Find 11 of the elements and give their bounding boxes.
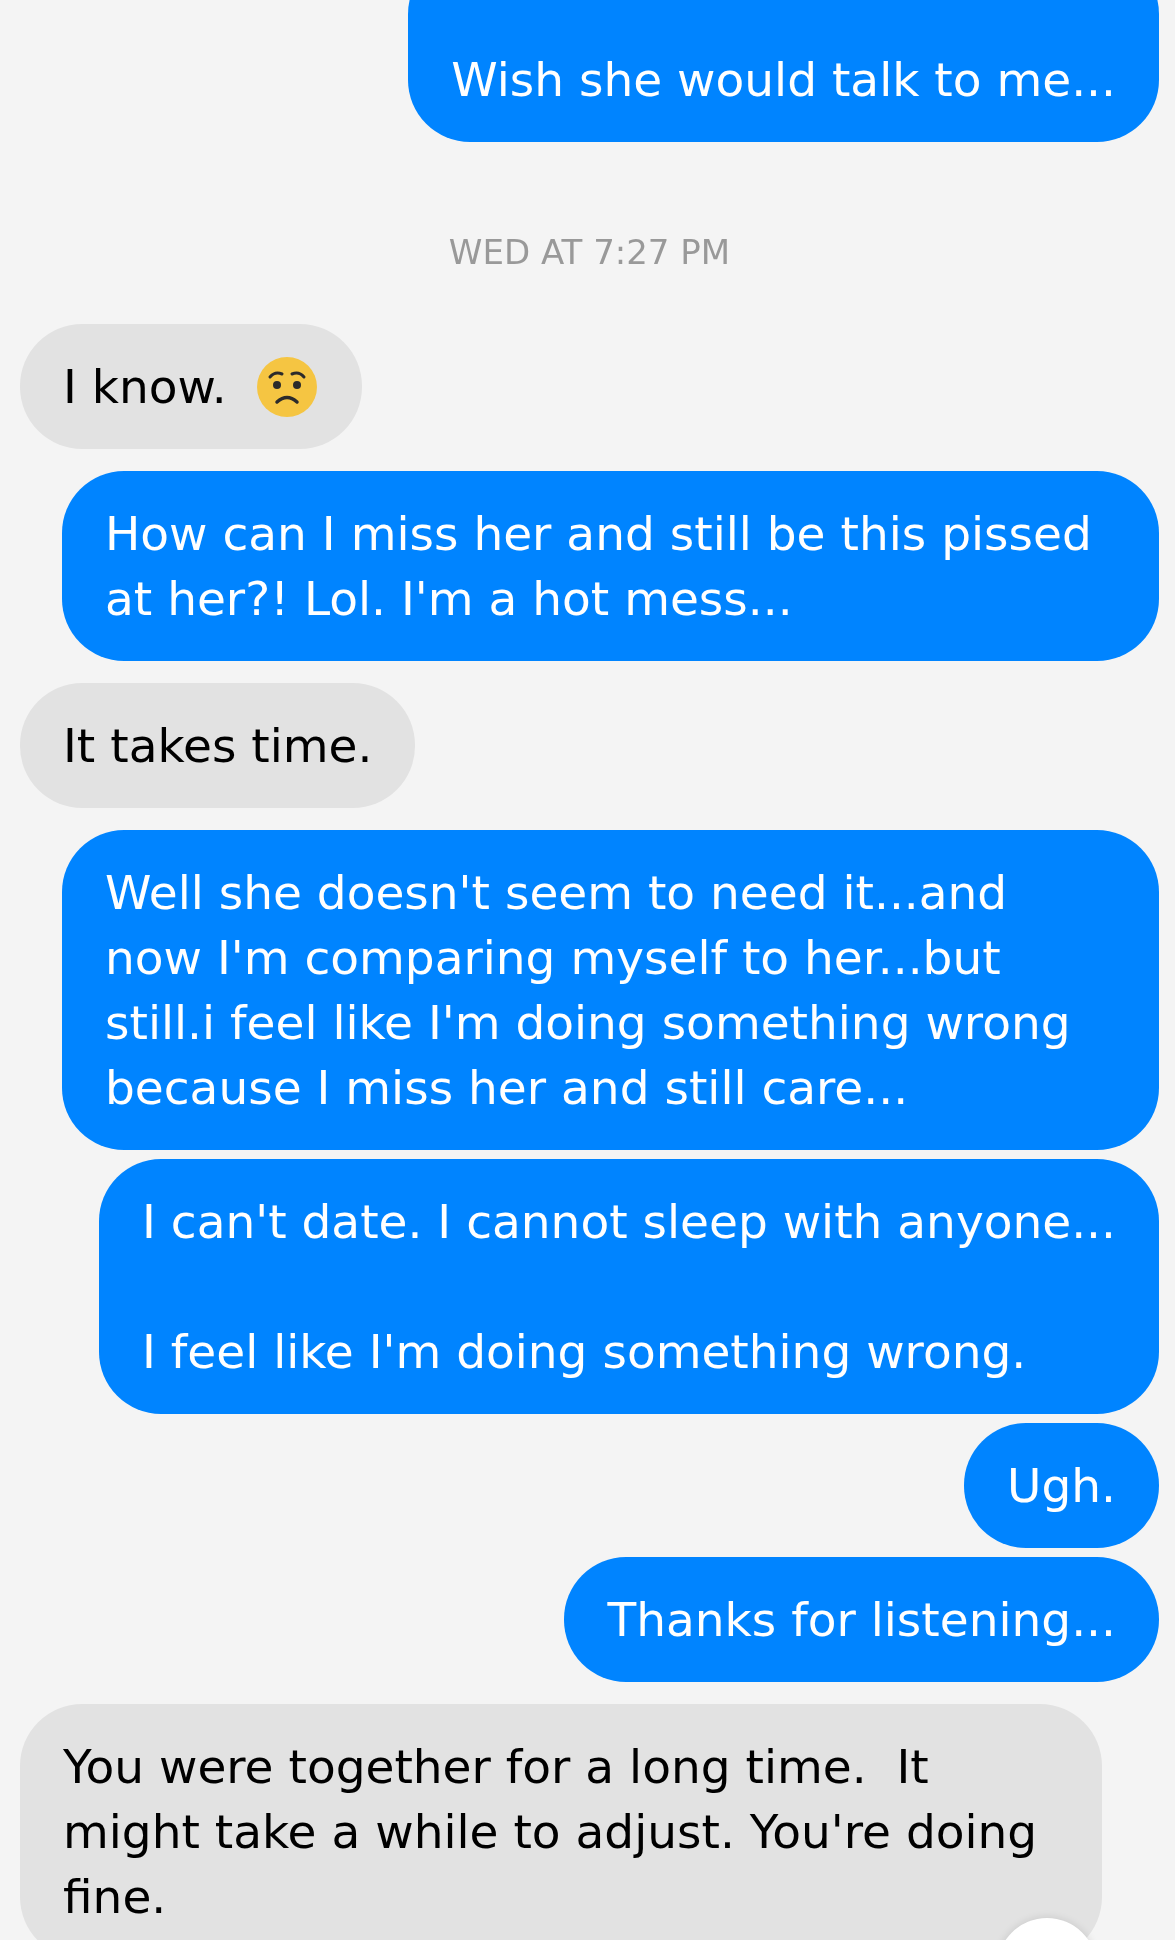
received-message-bubble: You were together for a long time. It might take a while to adjust. You're doing fine. [20,1704,1102,1940]
sent-message-bubble: Wish she would talk to me... [408,0,1159,142]
sad-face-icon [254,354,319,419]
sent-message-bubble: How can I miss her and still be this pissed at her?! Lol. I'm a hot mess... [62,471,1159,661]
timestamp: WED AT 7:27 PM [448,232,731,272]
sent-message-bubble: I can't date. I cannot sleep with anyone... I feel like I'm doing something wrong. [99,1159,1159,1414]
received-message-bubble: It takes time. [20,683,416,808]
sent-message-bubble: Ugh. [964,1423,1159,1548]
sent-message-bubble: Well she doesn't seem to need it...and now I'm comparing myself to her...but still.i feel like I'm doing something wrong because I miss her and still care... [62,830,1159,1150]
received-message-bubble: I know. [20,324,362,449]
sent-message-bubble: Thanks for listening... [564,1557,1159,1682]
